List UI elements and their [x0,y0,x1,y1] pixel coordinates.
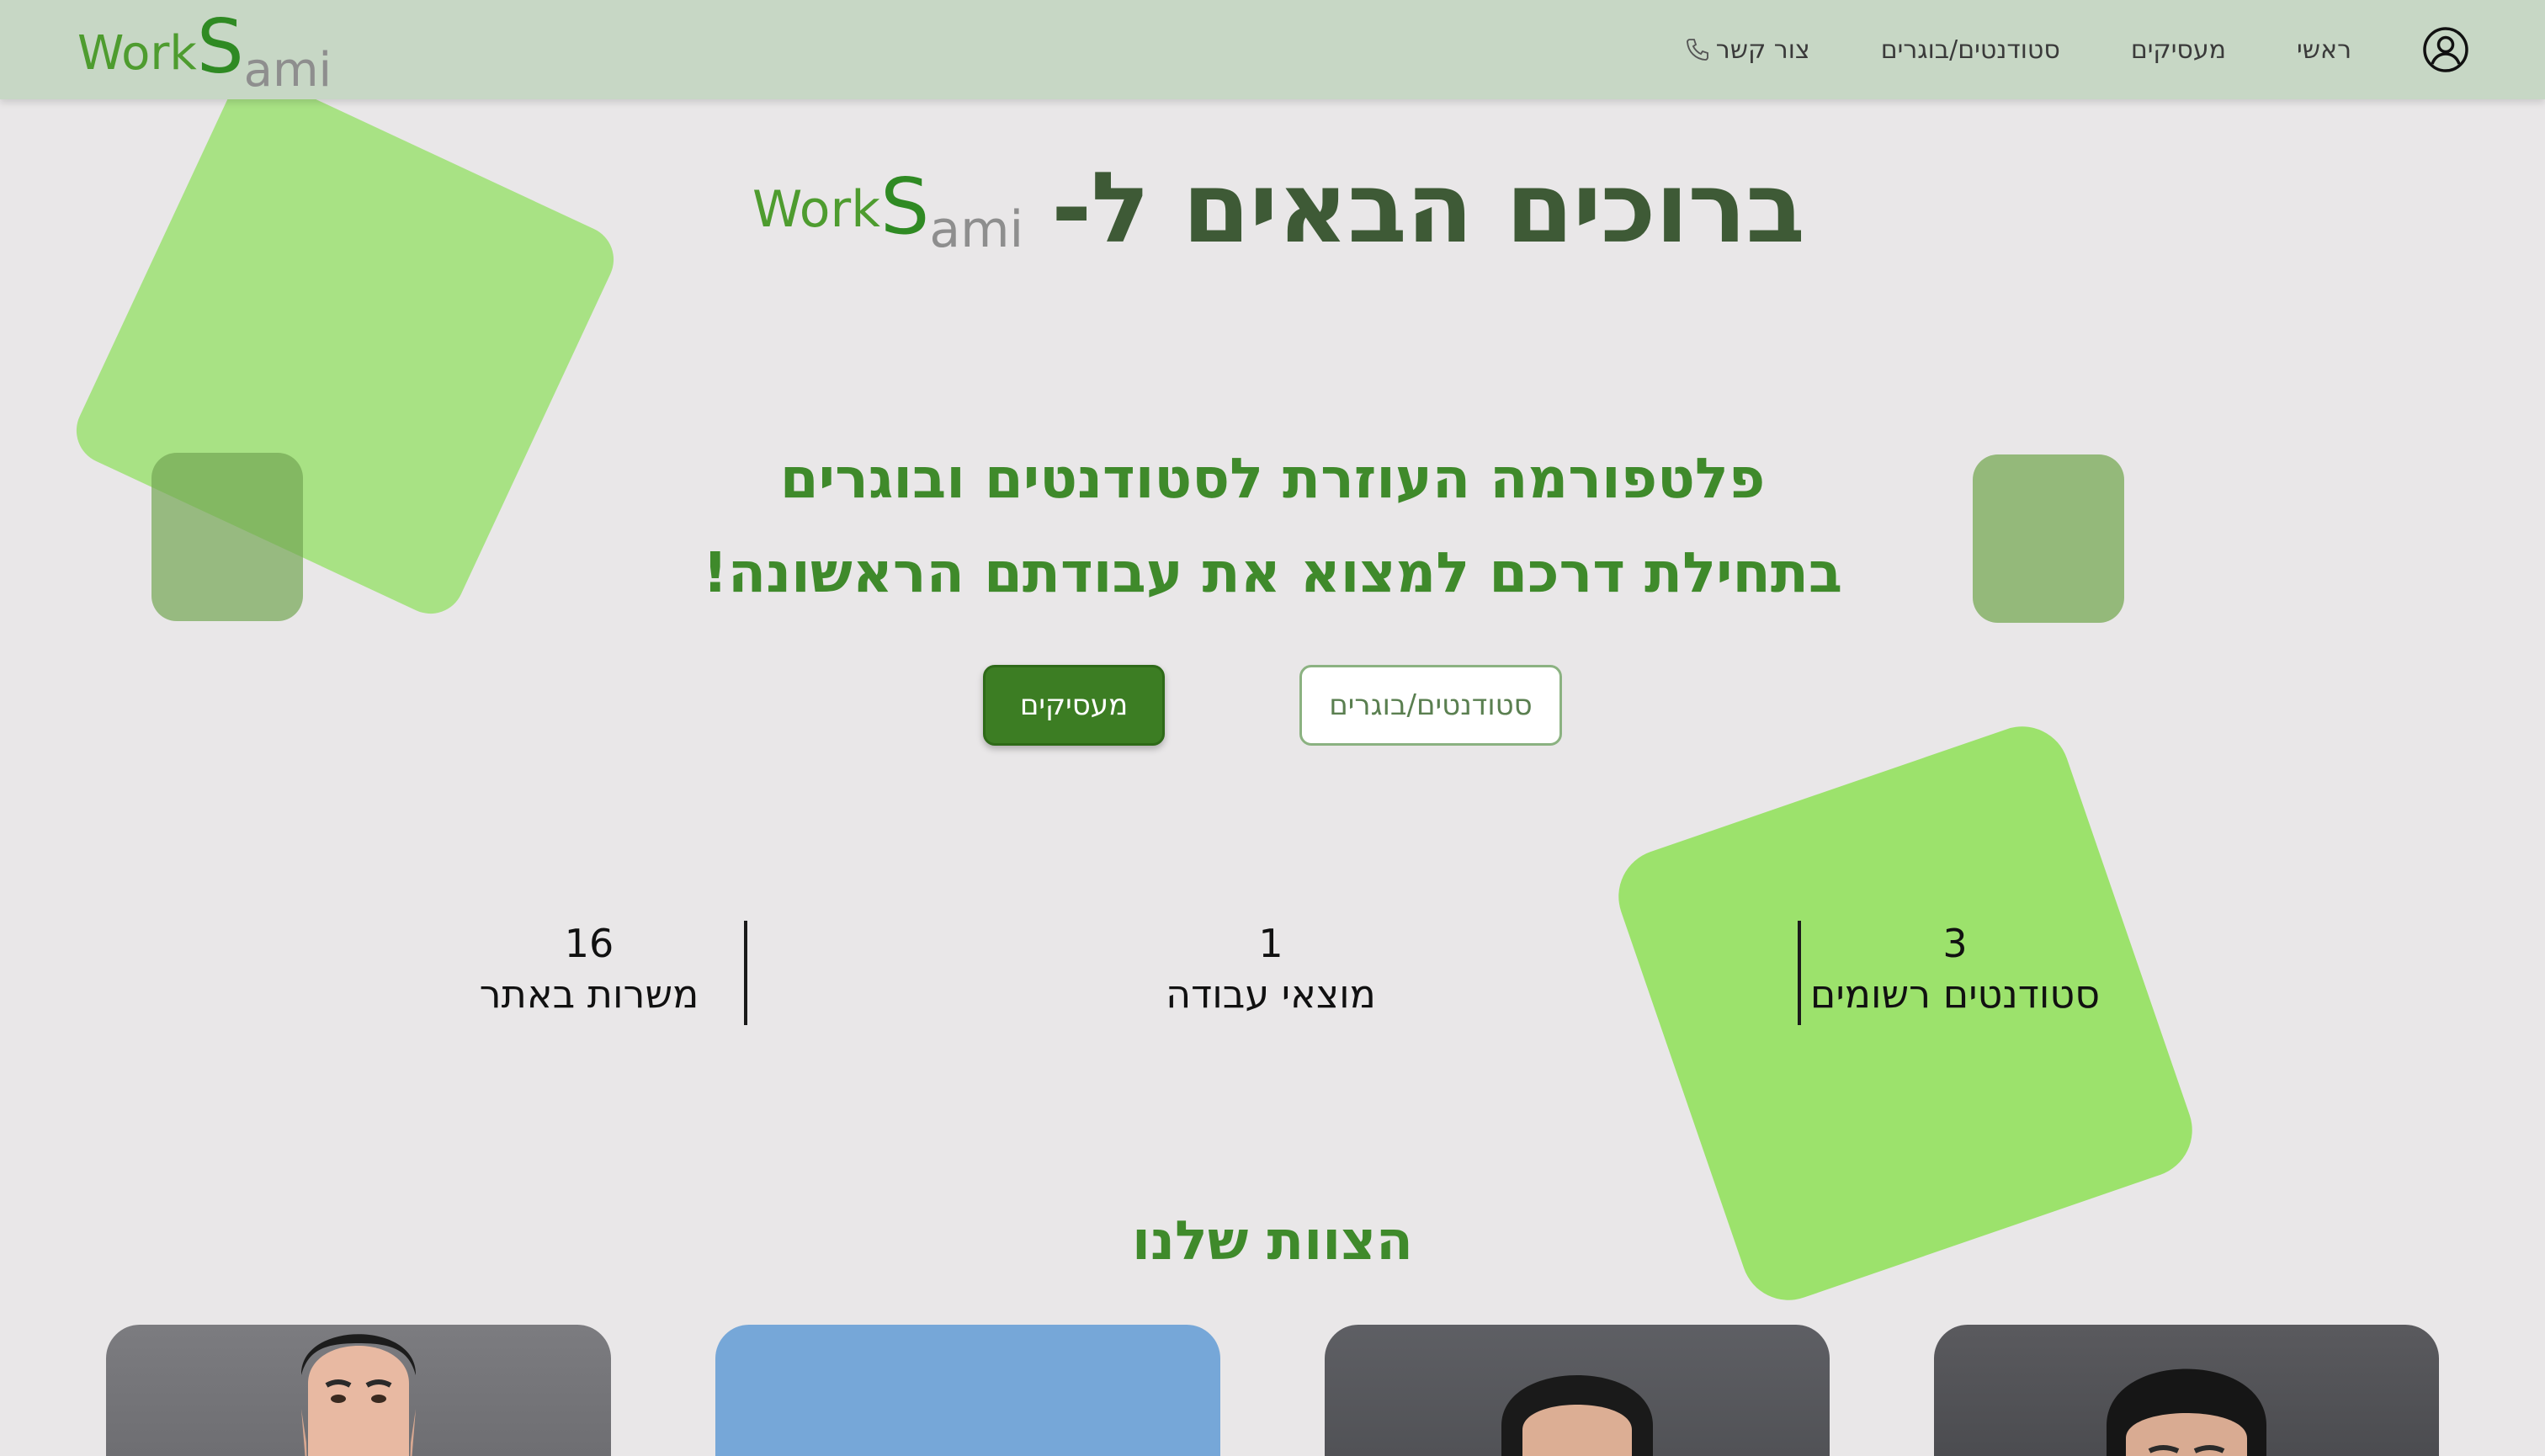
nav-employers-link[interactable]: מעסיקים [2131,35,2226,65]
employers-button[interactable]: מעסיקים [983,665,1165,746]
user-circle-icon [2423,27,2468,72]
students-button[interactable]: סטודנטים/בוגרים [1299,665,1562,746]
hero-title: ברוכים הבאים ל- [1051,151,1805,265]
stat-value: 3 [1942,921,1968,966]
logo-ami-text: ami [243,43,332,98]
hero-logo: WorkSami [752,162,1023,256]
stat-label: מוצאי עבודה [1166,970,1376,1017]
hero-subtitle-line2: בתחילת דרכם למצוא את עבודתם הראשונה! [702,540,1843,605]
nav-contact-label: צור קשר [1715,35,1810,65]
team-member-card[interactable] [106,1325,611,1456]
hero-subtitle-line1: פלטפורמה העוזרת לסטודנטים ובוגרים [779,446,1766,511]
stat-divider [1798,921,1801,1025]
team-member-card[interactable] [1325,1325,1830,1456]
logo-s-text: S [196,3,244,90]
phone-icon [1686,39,1708,61]
nav-links: צור קשר סטודנטים/בוגרים מעסיקים ראשי [1684,0,2469,99]
team-member-photo [300,1334,417,1456]
nav-students-link[interactable]: סטודנטים/בוגרים [1881,35,2060,65]
stat-registered-students: 3 סטודנטים רשומים [1809,919,2101,1020]
hero-logo-s-text: S [879,162,930,252]
stat-divider [744,921,747,1025]
nav-home-link[interactable]: ראשי [2297,35,2351,65]
team-member-photo [2107,1368,2266,1456]
stat-label: סטודנטים רשומים [1809,970,2101,1017]
logo-work-text: Work [77,26,197,81]
navbar-logo[interactable]: WorkSami [77,0,332,94]
team-member-card[interactable] [715,1325,1220,1456]
account-button[interactable] [2422,26,2469,73]
nav-contact-link[interactable]: צור קשר [1684,35,1810,65]
team-member-card[interactable] [1934,1325,2439,1456]
team-member-photo [1501,1375,1653,1456]
stat-jobs-on-site: 16 משרות באתר [471,919,707,1020]
stat-job-finders: 1 מוצאי עבודה [1145,919,1397,1020]
stat-label: משרות באתר [479,970,699,1017]
navbar: WorkSami צור קשר סטודנטים/בוגרים מעסיקים… [0,0,2545,99]
page: WorkSami צור קשר סטודנטים/בוגרים מעסיקים… [0,0,2545,1456]
hero-logo-ami-text: ami [929,200,1024,259]
stat-value: 1 [1258,921,1283,966]
team-section-title: הצוות שלנו [1132,1210,1413,1273]
hero-logo-work-text: Work [752,180,880,239]
hero-heading: ברוכים הבאים ל- WorkSami [0,143,2545,286]
stat-value: 16 [564,921,614,966]
